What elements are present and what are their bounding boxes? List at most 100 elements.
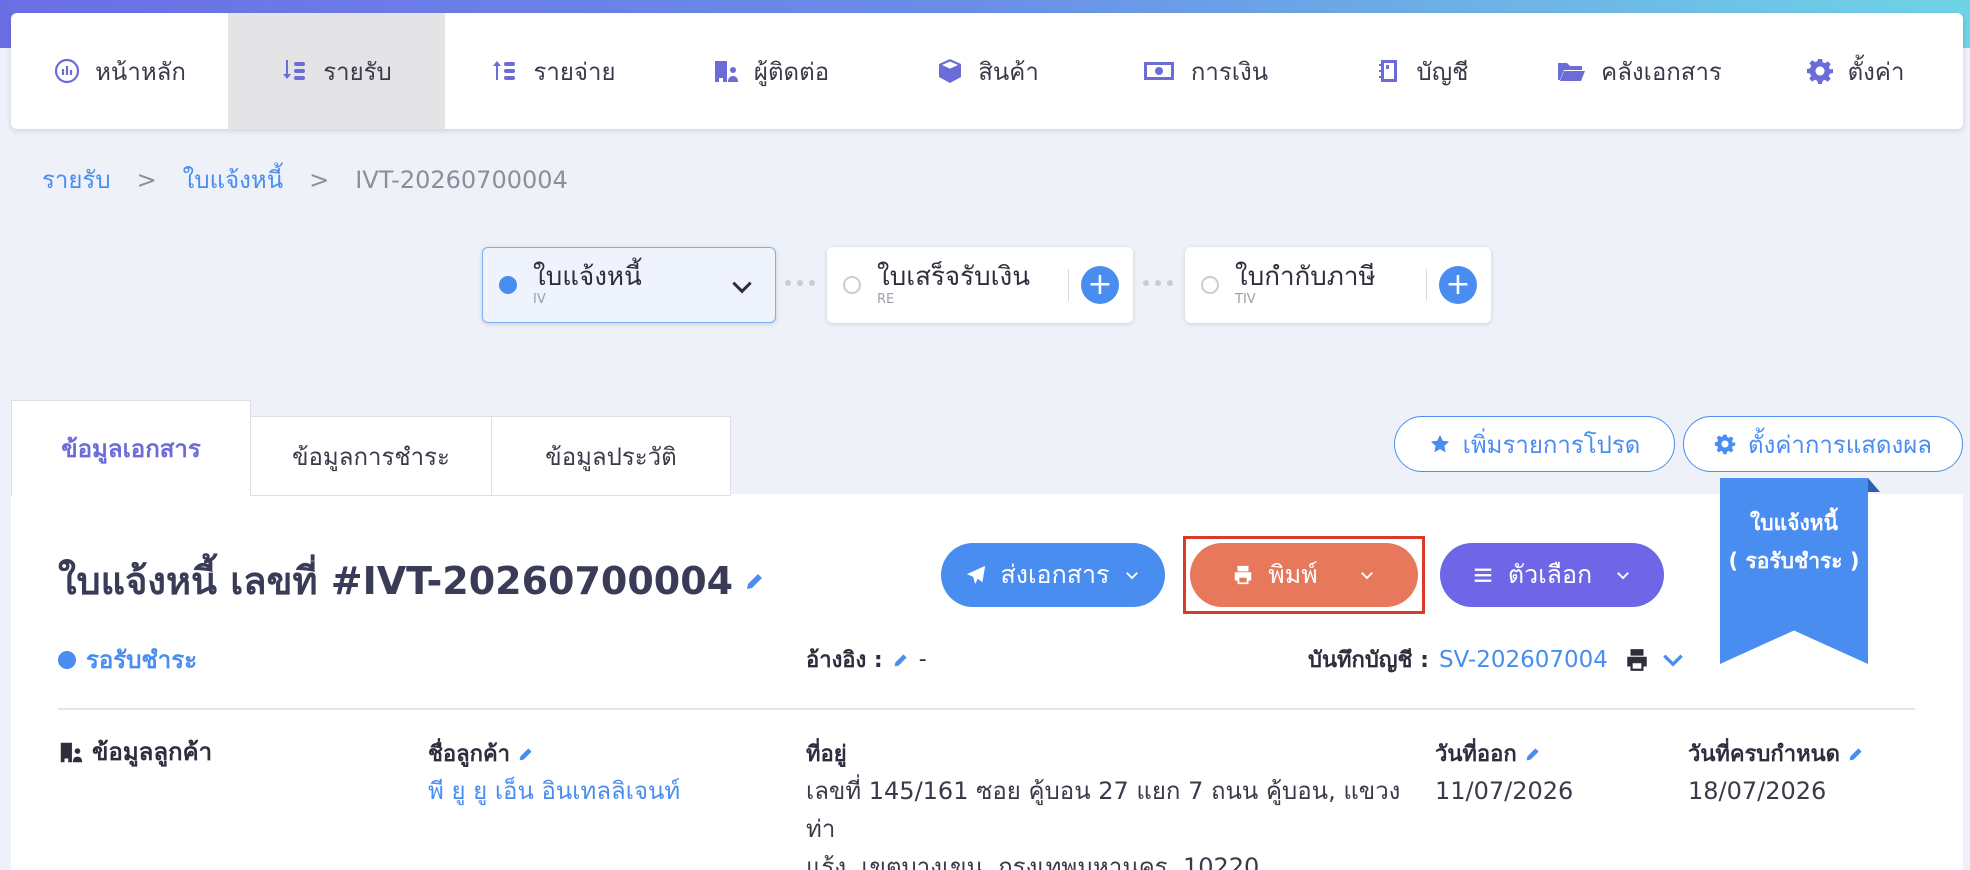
add-receipt-button[interactable]: + [1081,266,1119,304]
breadcrumb-income[interactable]: รายรับ [42,160,111,199]
address-label: ที่อยู่ [806,736,847,771]
customer-section-label: ข้อมูลลูกค้า [92,738,213,766]
income-icon [283,60,306,80]
nav-item-accounting[interactable]: บัญชี [1313,13,1530,129]
ledger-icon [1378,60,1397,82]
status-dot [58,650,76,669]
pencil-icon[interactable] [893,652,909,668]
money-icon [1143,62,1174,80]
breadcrumb-separator: > [309,165,330,194]
options-button[interactable]: ตัวเลือก [1440,543,1664,607]
address-label-text: ที่อยู่ [806,742,847,767]
issue-date-label-text: วันที่ออก [1435,742,1517,767]
section-divider [58,708,1915,710]
step-label: ใบเสร็จรับเงิน [877,262,1030,292]
flow-step-tax-invoice: ใบกำกับภาษี TIV + [1185,247,1491,323]
customer-name-link[interactable]: พี ยู ยู เอ็น อินเทลลิเจนท์ [428,772,680,810]
nav-item-products[interactable]: สินค้า [879,13,1096,129]
gear-icon [1714,434,1736,455]
step-code: TIV [1235,292,1256,307]
add-tax-invoice-button[interactable]: + [1439,266,1477,304]
add-favorite-button[interactable]: เพิ่มรายการโปรด [1394,416,1675,472]
flow-step-receipt: ใบเสร็จรับเงิน RE + [827,247,1133,323]
address-line-1: เลขที่ 145/161 ซอย คู้บอน 27 แยก 7 ถนน ค… [806,777,1401,843]
options-label: ตัวเลือก [1507,560,1593,589]
printer-icon[interactable] [1624,647,1650,673]
nav-item-label: รายรับ [323,57,392,86]
pencil-icon[interactable] [518,746,534,762]
contacts-icon [60,742,83,762]
pencil-icon[interactable] [745,571,765,591]
journal-label: บันทึกบัญชี : [1308,648,1429,673]
nav-item-documents[interactable]: คลังเอกสาร [1530,13,1747,129]
folder-icon [1558,63,1586,81]
paper-plane-icon [966,565,985,585]
status-text: รอรับชำระ [86,646,197,674]
address-line-2: แร้ง, เขตบางเขน, กรุงเทพมหานคร, 10220 [806,853,1260,870]
step-label: ใบแจ้งหนี้ [533,262,642,292]
main-navbar: หน้าหลัก รายรับ รายจ่าย ผู้ติดต่อ สินค้า… [11,13,1963,129]
nav-item-settings[interactable]: ตั้งค่า [1747,13,1963,129]
nav-item-label: หน้าหลัก [95,57,186,86]
step-status-dot [843,276,861,294]
tab-payment-info[interactable]: ข้อมูลการชำระ [250,416,492,496]
ribbon-fold [1868,478,1880,492]
customer-name-label: ชื่อลูกค้า [428,736,534,771]
flow-step-invoice[interactable]: ใบแจ้งหนี้ IV [482,247,776,323]
breadcrumb-invoice[interactable]: ใบแจ้งหนี้ [183,160,283,199]
nav-item-contacts[interactable]: ผู้ติดต่อ [662,13,879,129]
chevron-down-icon[interactable] [729,274,755,300]
due-date-label-text: วันที่ครบกำหนด [1688,742,1840,767]
menu-icon [1474,568,1492,582]
step-status-dot [499,276,517,294]
tab-history-info[interactable]: ข้อมูลประวัติ [491,416,731,496]
step-divider [1067,269,1069,301]
step-code: RE [877,292,895,307]
send-document-label: ส่งเอกสาร [1000,560,1110,589]
address-value: เลขที่ 145/161 ซอย คู้บอน 27 แยก 7 ถนน ค… [806,772,1406,870]
add-favorite-label: เพิ่มรายการโปรด [1462,430,1641,459]
issue-date-label: วันที่ออก [1435,736,1541,771]
nav-item-label: บัญชี [1416,57,1469,86]
display-settings-button[interactable]: ตั้งค่าการแสดงผล [1683,416,1963,472]
nav-item-home[interactable]: หน้าหลัก [11,13,228,129]
nav-item-label: ผู้ติดต่อ [753,57,830,86]
customer-name-label-text: ชื่อลูกค้า [428,742,511,767]
chevron-down-icon [1126,572,1139,580]
nav-item-finance[interactable]: การเงิน [1096,13,1313,129]
gear-icon [1806,59,1833,84]
pencil-icon[interactable] [1525,746,1541,762]
nav-item-label: รายจ่าย [533,57,616,86]
product-box-icon [939,59,962,83]
pencil-icon[interactable] [1848,746,1864,762]
dashboard-icon [55,58,80,84]
journal-link[interactable]: SV-202607004 [1439,647,1608,673]
ribbon-status: ( รอรับชำระ ) [1728,549,1860,573]
step-divider [1425,269,1427,301]
step-code: IV [533,292,546,307]
step-status-dot [1201,276,1219,294]
display-settings-label: ตั้งค่าการแสดงผล [1748,430,1932,459]
print-button-highlight [1183,536,1425,614]
due-date-label: วันที่ครบกำหนด [1688,736,1864,771]
reference-label: อ้างอิง : [806,648,883,673]
nav-item-income[interactable]: รายรับ [228,13,445,129]
nav-item-label: ตั้งค่า [1847,57,1905,86]
breadcrumb-separator: > [136,165,157,194]
chevron-down-icon [1617,572,1630,580]
status-badge: รอรับชำระ [58,640,197,679]
tab-document-info[interactable]: ข้อมูลเอกสาร [11,400,251,496]
send-document-button[interactable]: ส่งเอกสาร [941,543,1165,607]
nav-item-label: การเงิน [1190,57,1269,86]
flow-connector [1143,280,1173,286]
breadcrumb-current: IVT-20260700004 [355,165,568,194]
chevron-down-icon[interactable] [1660,647,1686,673]
nav-item-label: สินค้า [978,57,1039,86]
nav-item-expense[interactable]: รายจ่าย [445,13,662,129]
step-label: ใบกำกับภาษี [1235,262,1376,292]
page-title: ใบแจ้งหนี้ เลขที่ #IVT-20260700004 [58,550,765,611]
journal-entry-field: บันทึกบัญชี : SV-202607004 [1308,642,1686,677]
reference-field: อ้างอิง : - [806,642,927,677]
ribbon-doc-type: ใบแจ้งหนี้ [1750,511,1838,535]
flow-connector [785,280,815,286]
